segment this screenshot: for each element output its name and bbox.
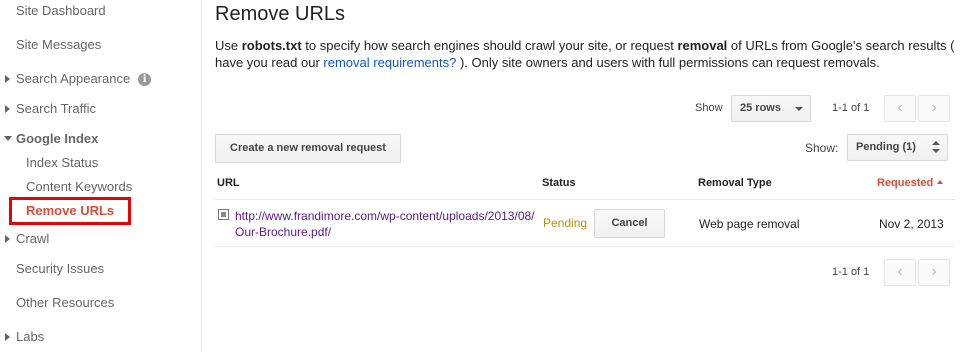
pager-text: 1-1 of 1: [832, 102, 870, 114]
column-header-url[interactable]: URL: [217, 177, 240, 189]
chevron-down-icon: [932, 149, 940, 153]
footer-next-page-button[interactable]: ›: [918, 259, 950, 286]
sidebar-item-search-traffic[interactable]: Search Traffic: [5, 101, 96, 116]
create-removal-request-button[interactable]: Create a new removal request: [215, 134, 401, 163]
sort-ascending-icon: [937, 180, 944, 184]
highlight-box: [9, 197, 131, 225]
filter-show-label: Show:: [805, 141, 839, 155]
chevron-right-icon: ›: [931, 99, 937, 116]
footer-prev-page-button[interactable]: ‹: [884, 259, 916, 286]
status-filter-select[interactable]: Pending (1): [847, 134, 948, 161]
sidebar-item-content-keywords[interactable]: Content Keywords: [26, 179, 132, 194]
chevron-down-icon: [795, 107, 803, 111]
requested-header-label: Requested: [877, 177, 934, 189]
sidebar-item-crawl[interactable]: Crawl: [4, 231, 49, 246]
rows-select-value: 25 rows: [740, 102, 781, 114]
chevron-left-icon: ‹: [897, 99, 903, 116]
page-title: Remove URLs: [215, 3, 346, 25]
column-header-requested[interactable]: Requested: [877, 177, 944, 189]
chevron-right-icon: ›: [931, 263, 937, 280]
removal-requirements-link[interactable]: removal requirements?: [323, 55, 456, 70]
info-icon[interactable]: i: [138, 73, 152, 86]
footer-pager-text: 1-1 of 1: [832, 266, 870, 278]
chevron-up-icon: [932, 141, 940, 145]
next-page-button[interactable]: ›: [918, 95, 950, 122]
page-description: Use robots.txt to specify how search eng…: [215, 38, 955, 70]
table-header-divider: [215, 199, 955, 200]
sidebar-item-labs[interactable]: Labs: [4, 329, 44, 344]
column-header-removal-type[interactable]: Removal Type: [698, 177, 772, 189]
requested-date: Nov 2, 2013: [879, 217, 944, 231]
rows-show-label: Show: [695, 102, 723, 114]
prev-page-button[interactable]: ‹: [884, 95, 916, 122]
sidebar: Site Dashboard Site Messages Search Appe…: [0, 0, 202, 352]
sidebar-item-google-index[interactable]: Google Index: [3, 131, 98, 146]
sidebar-item-other-resources[interactable]: Other Resources: [16, 295, 114, 310]
filter-select-value: Pending (1): [856, 141, 916, 153]
chevron-left-icon: ‹: [897, 263, 903, 280]
sidebar-item-label: Search Appearance: [16, 71, 131, 86]
sidebar-item-search-appearance[interactable]: Search Appearance i: [4, 71, 152, 86]
removal-type: Web page removal: [699, 217, 800, 231]
document-icon: [218, 209, 229, 220]
sidebar-item-index-status[interactable]: Index Status: [26, 155, 98, 170]
rows-per-page-select[interactable]: 25 rows: [731, 95, 811, 122]
column-header-status[interactable]: Status: [542, 177, 576, 189]
sidebar-item-site-messages[interactable]: Site Messages: [16, 37, 101, 52]
sidebar-item-security-issues[interactable]: Security Issues: [16, 261, 104, 276]
sidebar-item-site-dashboard[interactable]: Site Dashboard: [16, 3, 106, 18]
status-badge: Pending: [543, 216, 588, 230]
removal-url-link[interactable]: http://www.frandimore.com/wp-content/upl…: [235, 208, 535, 240]
cancel-button[interactable]: Cancel: [594, 209, 665, 238]
table-row-divider: [215, 246, 955, 247]
